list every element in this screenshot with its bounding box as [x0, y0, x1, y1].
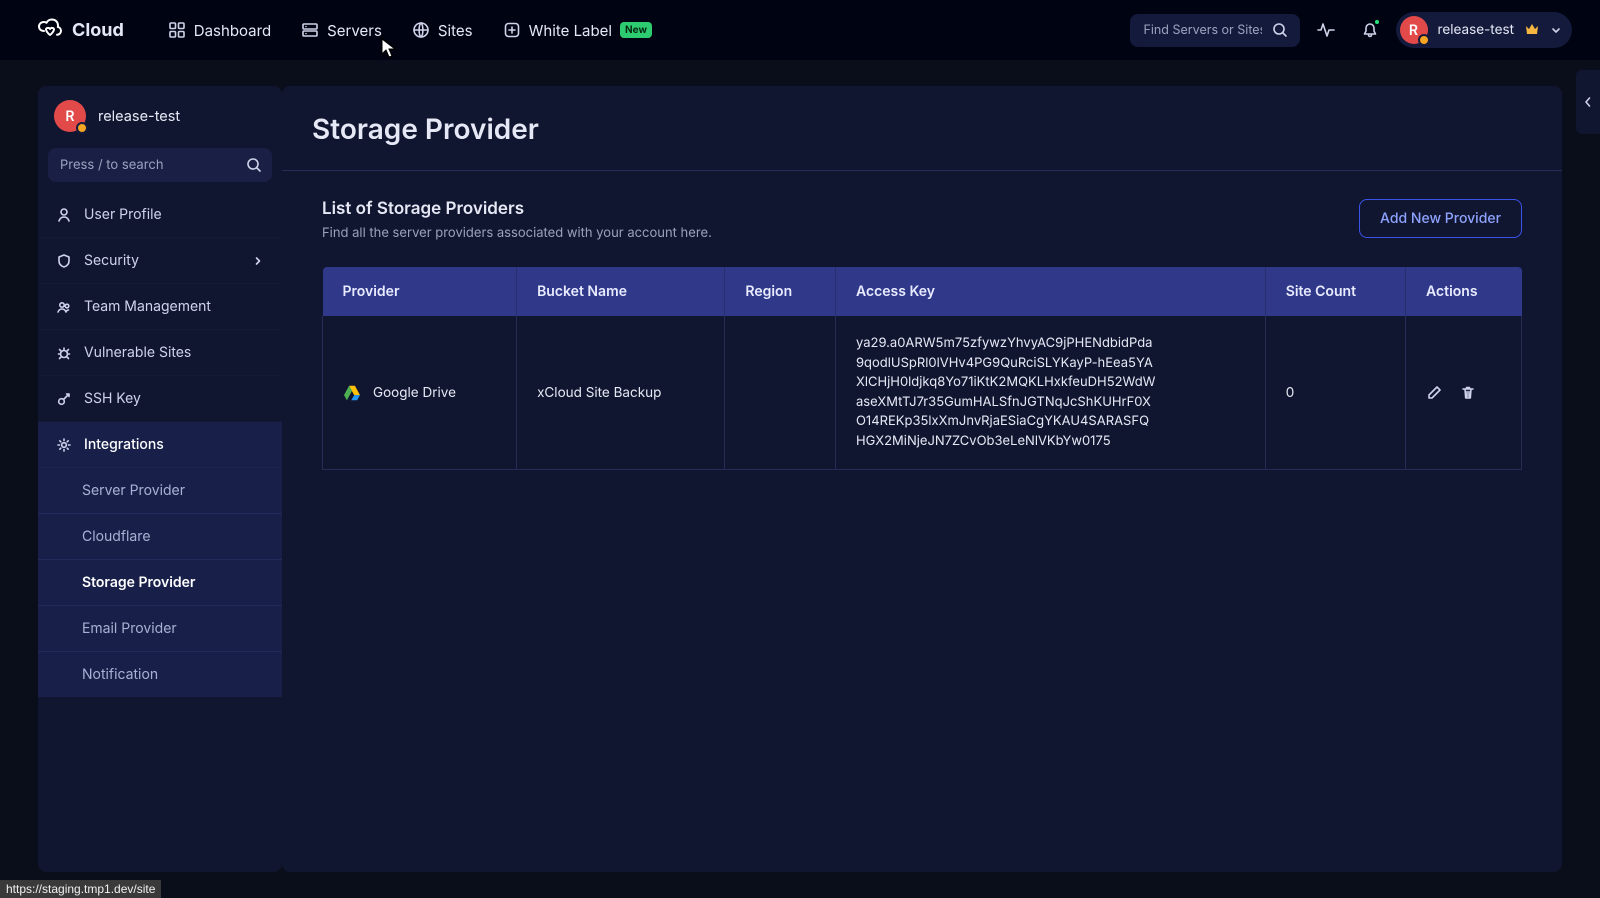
table-row: Google Drive xCloud Site Backup ya29.a0A… [323, 316, 1522, 470]
sub-item-notification[interactable]: Notification [38, 651, 282, 697]
nav-dashboard[interactable]: Dashboard [156, 13, 283, 48]
heart-cloud-icon [36, 18, 64, 42]
globe-icon [412, 21, 430, 39]
chevron-left-icon [1583, 95, 1593, 109]
bug-icon [56, 345, 72, 361]
site-count: 0 [1265, 316, 1405, 470]
sidebar-item-label: Team Management [84, 298, 211, 315]
add-box-icon [503, 21, 521, 39]
edit-button[interactable] [1426, 385, 1442, 401]
page-title: Storage Provider [282, 86, 1562, 171]
sidebar-item-label: User Profile [84, 206, 162, 223]
access-key: ya29.a0ARW5m75zfywzYhvyAC9jPHENdbidPda9q… [856, 334, 1156, 451]
brand-logo[interactable]: Cloud [36, 18, 124, 42]
notification-dot [1373, 18, 1381, 26]
sidebar-item-ssh-key[interactable]: SSH Key [38, 376, 282, 422]
th-bucket: Bucket Name [517, 267, 725, 316]
brand-name: Cloud [72, 20, 124, 41]
sidebar-user-name: release-test [98, 108, 180, 125]
providers-table: Provider Bucket Name Region Access Key S… [322, 267, 1522, 470]
avatar: R [1400, 16, 1428, 44]
activity-icon-button[interactable] [1308, 12, 1344, 48]
sidebar-search[interactable] [48, 148, 272, 182]
chevron-right-icon [252, 255, 264, 267]
delete-button[interactable] [1460, 385, 1476, 401]
section-heading: List of Storage Providers [322, 199, 1339, 219]
sub-item-storage-provider[interactable]: Storage Provider [38, 559, 282, 605]
user-icon [56, 207, 72, 223]
pencil-icon [1426, 385, 1442, 401]
sidebar-item-team-management[interactable]: Team Management [38, 284, 282, 330]
status-bar-url: https://staging.tmp1.dev/site [0, 880, 161, 898]
notifications-button[interactable] [1352, 12, 1388, 48]
th-access-key: Access Key [835, 267, 1265, 316]
sidebar-item-label: Integrations [84, 436, 164, 453]
gear-icon [56, 437, 72, 453]
section-subtext: Find all the server providers associated… [322, 225, 1339, 241]
nav-sites[interactable]: Sites [400, 13, 485, 48]
sidebar-search-input[interactable] [58, 156, 238, 174]
server-icon [301, 21, 319, 39]
th-site-count: Site Count [1265, 267, 1405, 316]
trash-icon [1460, 385, 1476, 401]
search-input[interactable] [1142, 22, 1264, 39]
provider-name: Google Drive [373, 385, 456, 401]
right-panel-toggle[interactable] [1576, 70, 1600, 134]
sidebar-item-vulnerable-sites[interactable]: Vulnerable Sites [38, 330, 282, 376]
user-name: release-test [1438, 22, 1515, 38]
sidebar-item-label: Vulnerable Sites [84, 344, 191, 361]
shield-icon [56, 253, 72, 269]
sidebar-item-user-profile[interactable]: User Profile [38, 192, 282, 238]
new-badge: New [620, 22, 652, 38]
search-icon [246, 157, 262, 173]
sub-item-email-provider[interactable]: Email Provider [38, 605, 282, 651]
add-provider-button[interactable]: Add New Provider [1359, 199, 1522, 238]
sidebar-item-integrations[interactable]: Integrations [38, 422, 282, 468]
nav-label: Sites [438, 21, 473, 40]
sidebar-item-label: SSH Key [84, 390, 141, 407]
search-icon [1272, 22, 1288, 38]
dashboard-icon [168, 21, 186, 39]
sidebar: R release-test User Profile Security Tea… [38, 86, 282, 872]
activity-icon [1316, 20, 1336, 40]
sub-item-server-provider[interactable]: Server Provider [38, 468, 282, 513]
key-icon [56, 391, 72, 407]
bucket-name: xCloud Site Backup [517, 316, 725, 470]
nav-label: Servers [327, 21, 382, 40]
crown-icon [1524, 23, 1540, 37]
content-panel: Storage Provider List of Storage Provide… [282, 86, 1562, 872]
nav-label: White Label [529, 21, 612, 40]
nav-white-label[interactable]: White Label New [491, 13, 664, 48]
th-region: Region [725, 267, 836, 316]
th-provider: Provider [323, 267, 517, 316]
nav-servers[interactable]: Servers [289, 13, 394, 48]
sidebar-item-security[interactable]: Security [38, 238, 282, 284]
team-icon [56, 299, 72, 315]
region [725, 316, 836, 470]
sub-item-cloudflare[interactable]: Cloudflare [38, 513, 282, 559]
user-menu[interactable]: R release-test [1396, 12, 1573, 48]
nav-label: Dashboard [194, 21, 271, 40]
th-actions: Actions [1406, 267, 1522, 316]
avatar: R [54, 100, 86, 132]
google-drive-icon [343, 385, 361, 401]
header-search[interactable] [1130, 14, 1300, 47]
sidebar-item-label: Security [84, 252, 139, 269]
chevron-down-icon [1550, 24, 1562, 36]
